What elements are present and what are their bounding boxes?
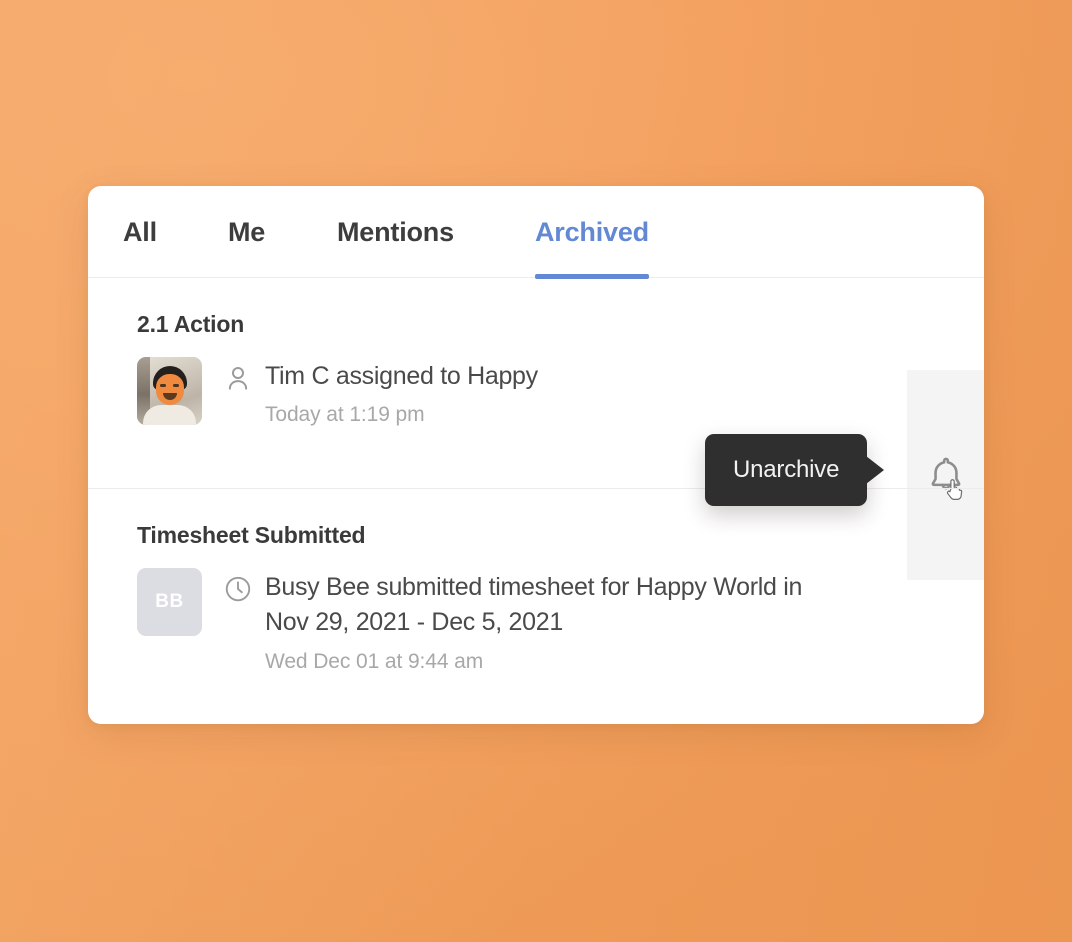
notification-title: Timesheet Submitted xyxy=(137,522,366,548)
tab-bar: All Me Mentions Archived xyxy=(88,186,984,279)
tab-archived-label: Archived xyxy=(535,216,649,247)
notifications-panel: All Me Mentions Archived 2.1 Action Tim … xyxy=(88,186,984,724)
tab-me[interactable]: Me xyxy=(228,186,265,278)
tab-all-label: All xyxy=(123,216,157,247)
notification-title: 2.1 Action xyxy=(137,311,245,337)
tab-all[interactable]: All xyxy=(123,186,157,278)
notification-timestamp: Wed Dec 01 at 9:44 am xyxy=(265,650,484,673)
clock-icon xyxy=(223,574,253,604)
unarchive-tooltip: Unarchive xyxy=(705,434,868,506)
notification-timestamp: Today at 1:19 pm xyxy=(265,403,425,426)
notification-message: Busy Bee submitted timesheet for Happy W… xyxy=(265,573,803,636)
tab-archived[interactable]: Archived xyxy=(535,186,649,279)
avatar: BB xyxy=(137,568,202,636)
notification-text-block: Tim C assigned to Happy Today at 1:19 pm xyxy=(223,357,538,427)
notification-message-line: Busy Bee submitted timesheet for Happy W… xyxy=(223,570,825,640)
avatar-initials: BB xyxy=(155,591,184,612)
notification-row[interactable]: Timesheet Submitted BB Busy Bee submitte… xyxy=(88,488,984,722)
tab-mentions[interactable]: Mentions xyxy=(337,186,454,278)
person-icon xyxy=(223,363,253,393)
tab-me-label: Me xyxy=(228,216,266,247)
notification-message-line: Tim C assigned to Happy xyxy=(223,359,538,394)
tab-mentions-label: Mentions xyxy=(337,216,454,247)
unarchive-tooltip-label: Unarchive xyxy=(733,456,840,483)
notification-message: Tim C assigned to Happy xyxy=(265,362,538,390)
notification-row[interactable]: 2.1 Action Tim C assigned to Happy Today… xyxy=(88,278,984,580)
notification-text-block: Busy Bee submitted timesheet for Happy W… xyxy=(223,568,825,674)
notification-body: BB Busy Bee submitted timesheet for Happ… xyxy=(137,568,984,674)
notification-body: Tim C assigned to Happy Today at 1:19 pm xyxy=(137,357,984,427)
avatar xyxy=(137,357,202,425)
